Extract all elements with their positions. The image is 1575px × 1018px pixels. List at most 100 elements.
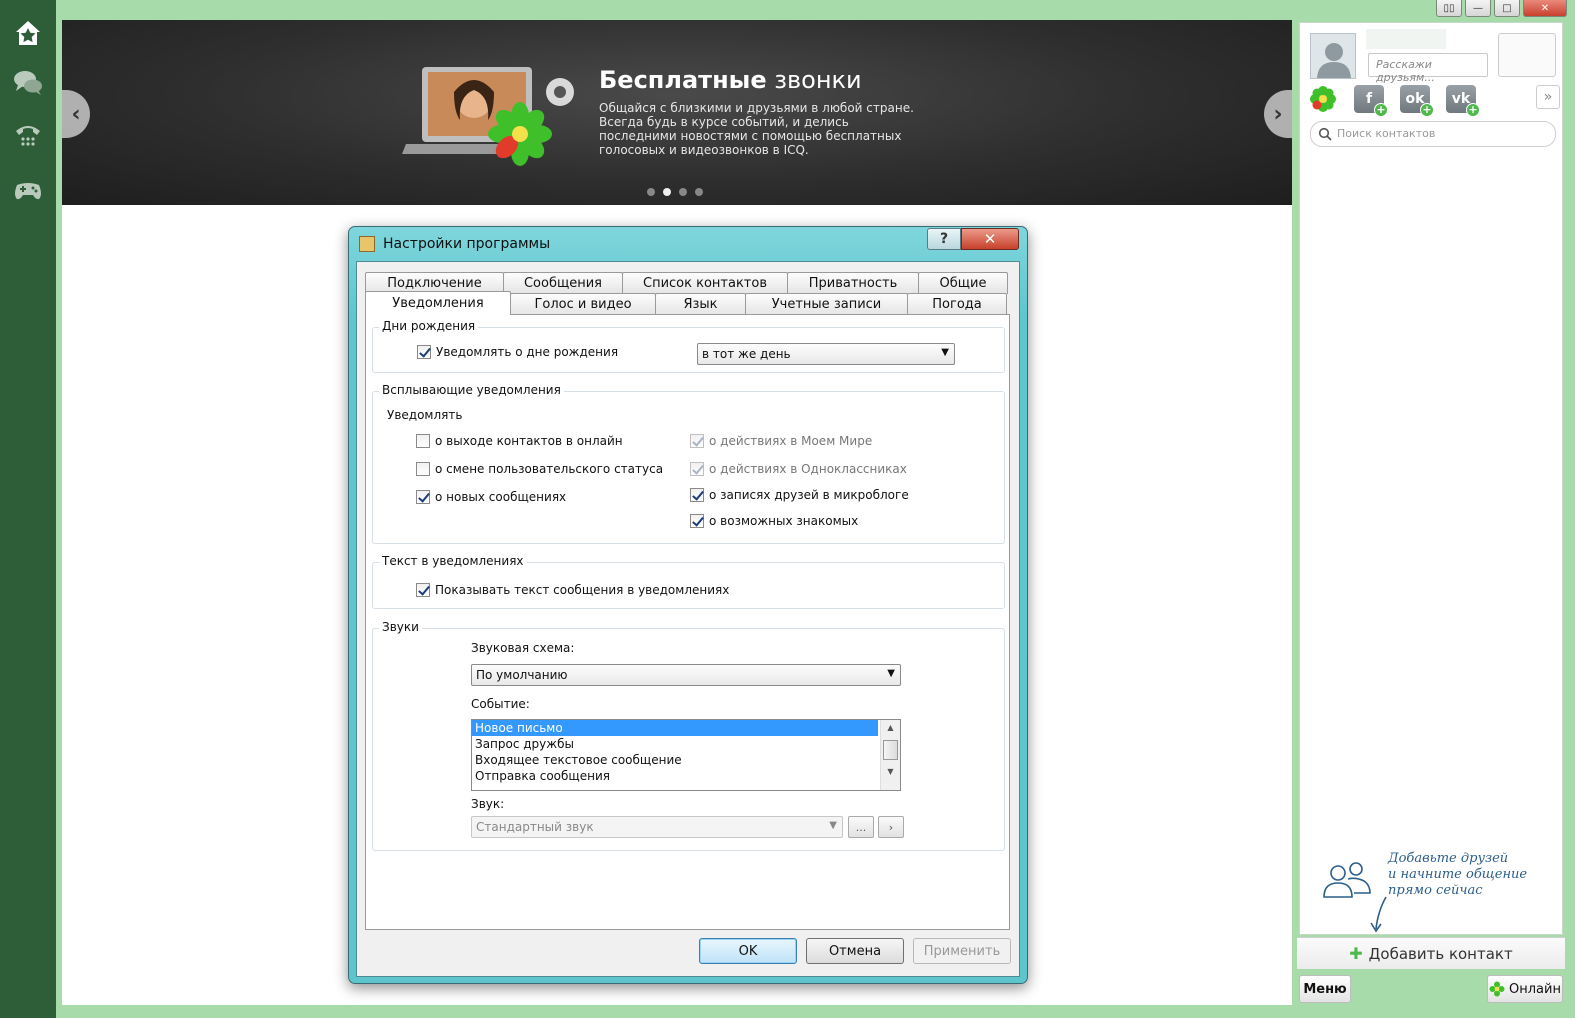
birthday-notify-option[interactable]: Уведомлять о дне рождения: [417, 345, 618, 359]
popup-notifications-title: Всплывающие уведомления: [379, 383, 564, 397]
expand-panel-button[interactable]: »: [1536, 85, 1560, 109]
dialog-body: Подключение Сообщения Список контактов П…: [356, 261, 1020, 977]
scroll-down-icon[interactable]: ▼: [881, 764, 900, 780]
chevron-down-icon: ▼: [941, 347, 949, 358]
event-listbox[interactable]: Новое письмо Запрос дружбы Входящее текс…: [471, 719, 901, 791]
ok-button[interactable]: OK: [699, 938, 797, 964]
notification-text-group: Текст в уведомлениях Показывать текст со…: [372, 554, 1005, 609]
event-label: Событие:: [471, 697, 530, 711]
list-item[interactable]: Новое письмо: [472, 720, 878, 736]
notify-microblog-checkbox[interactable]: [690, 488, 704, 502]
layout-toggle-button[interactable]: ▯▯: [1436, 0, 1462, 17]
cancel-button[interactable]: Отмена: [806, 938, 904, 964]
tab-accounts[interactable]: Учетные записи: [745, 293, 908, 315]
event-list-scrollbar[interactable]: ▲ ▼: [880, 720, 900, 790]
birthday-notify-checkbox[interactable]: [417, 345, 431, 359]
status-button[interactable]: Онлайн: [1487, 975, 1563, 1003]
banner-dot[interactable]: [695, 188, 703, 196]
vkontakte-add-icon[interactable]: vk +: [1446, 85, 1480, 117]
contact-panel: Расскажи друзьям... f + ok + vk + » Поиск к…: [1297, 20, 1565, 1005]
notify-possible-friends-option[interactable]: о возможных знакомых: [690, 514, 858, 528]
contact-list-area: Расскажи друзьям... f + ok + vk + » Поиск к…: [1299, 22, 1563, 935]
list-item[interactable]: Запрос дружбы: [472, 736, 878, 752]
tab-language[interactable]: Язык: [655, 293, 746, 315]
add-contact-button[interactable]: ✚ Добавить контакт: [1297, 937, 1565, 969]
birthday-when-select[interactable]: в тот же день ▼: [697, 343, 955, 365]
notifications-panel: Дни рождения Уведомлять о дне рождения в…: [365, 314, 1010, 930]
gamepad-icon[interactable]: [10, 172, 46, 206]
banner-next-button[interactable]: ›: [1264, 90, 1292, 138]
tab-messages[interactable]: Сообщения: [503, 272, 623, 294]
notify-status-change-checkbox[interactable]: [416, 462, 430, 476]
avatar[interactable]: [1310, 33, 1356, 79]
sound-scheme-select[interactable]: По умолчанию ▼: [471, 664, 901, 686]
browse-sound-button[interactable]: ...: [848, 816, 874, 838]
notify-microblog-option[interactable]: о записях друзей в микроблоге: [690, 488, 909, 502]
tab-general[interactable]: Общие: [918, 272, 1008, 294]
help-button[interactable]: ?: [927, 228, 961, 250]
dialog-title: Настройки программы: [383, 236, 551, 252]
settings-app-icon: [359, 236, 375, 252]
search-contacts-input[interactable]: Поиск контактов: [1310, 121, 1556, 147]
nickname-field: [1366, 29, 1446, 49]
chevron-down-icon: ▼: [829, 820, 837, 831]
notify-status-change-option[interactable]: о смене пользовательского статуса: [416, 462, 663, 476]
tab-notifications[interactable]: Уведомления: [365, 291, 511, 315]
home-star-icon[interactable]: [10, 16, 46, 50]
birthdays-title: Дни рождения: [379, 319, 479, 333]
notify-odnoklassniki-checkbox: [690, 462, 704, 476]
tab-privacy[interactable]: Приватность: [787, 272, 919, 294]
banner-dot[interactable]: [647, 188, 655, 196]
banner-dot[interactable]: [663, 188, 671, 196]
tab-row-bottom: Уведомления Голос и видео Язык Учетные з…: [365, 291, 1007, 315]
arrow-down-icon: [1370, 896, 1387, 933]
list-item[interactable]: Входящее текстовое сообщение: [472, 752, 878, 768]
play-sound-button[interactable]: ›: [878, 816, 904, 838]
notify-possible-friends-checkbox[interactable]: [690, 514, 704, 528]
add-friends-hint: Добавьте друзей и начните общение прямо …: [1318, 851, 1558, 933]
banner-dot[interactable]: [679, 188, 687, 196]
plus-icon: ✚: [1349, 944, 1363, 963]
show-message-text-checkbox[interactable]: [416, 583, 430, 597]
scroll-thumb[interactable]: [883, 740, 898, 760]
notify-contacts-online-checkbox[interactable]: [416, 434, 430, 448]
odnoklassniki-add-icon[interactable]: ok +: [1400, 85, 1434, 117]
close-dialog-button[interactable]: ✕: [961, 228, 1019, 250]
notification-text-title: Текст в уведомлениях: [379, 554, 527, 568]
search-placeholder: Поиск контактов: [1337, 127, 1436, 140]
window-titlebar: ▯▯ — □ ✕: [56, 0, 1575, 20]
list-item[interactable]: Отправка сообщения: [472, 768, 878, 784]
notify-new-messages-option[interactable]: о новых сообщениях: [416, 490, 566, 504]
dialog-titlebar[interactable]: Настройки программы ? ✕: [349, 227, 1027, 261]
banner-pagination: [647, 188, 703, 196]
banner-prev-button[interactable]: ‹: [62, 90, 90, 138]
tab-weather[interactable]: Погода: [907, 293, 1007, 315]
notify-subtitle: Уведомлять: [387, 408, 463, 422]
tab-contact-list[interactable]: Список контактов: [622, 272, 788, 294]
show-message-text-option[interactable]: Показывать текст сообщения в уведомления…: [416, 583, 729, 597]
birthdays-group: Дни рождения Уведомлять о дне рождения в…: [372, 319, 1005, 373]
menu-button[interactable]: Меню: [1299, 975, 1351, 1003]
maximize-button[interactable]: □: [1494, 0, 1520, 17]
notify-odnoklassniki-option: о действиях в Одноклассниках: [690, 462, 907, 476]
close-window-button[interactable]: ✕: [1523, 0, 1567, 17]
sounds-title: Звуки: [379, 620, 422, 634]
chat-bubbles-icon[interactable]: [10, 66, 46, 100]
search-icon: [1318, 127, 1332, 141]
minimize-button[interactable]: —: [1465, 0, 1491, 17]
chevron-down-icon: ▼: [887, 668, 895, 679]
notify-contacts-online-option[interactable]: о выходе контактов в онлайн: [416, 434, 623, 448]
promo-banner: ‹ Бесплатные звонки Общайся с близкими и…: [62, 20, 1292, 205]
scroll-up-icon[interactable]: ▲: [881, 720, 900, 736]
profile-photo-slot[interactable]: [1498, 33, 1556, 77]
left-navigation: [0, 0, 56, 1018]
notify-new-messages-checkbox[interactable]: [416, 490, 430, 504]
tab-voice-video[interactable]: Голос и видео: [510, 293, 656, 315]
settings-dialog: Настройки программы ? ✕ Подключение Сооб…: [348, 226, 1028, 984]
phone-icon[interactable]: [10, 118, 46, 152]
facebook-add-icon[interactable]: f +: [1354, 85, 1388, 117]
banner-text: Общайся с близкими и друзьями в любой ст…: [599, 101, 914, 157]
icq-flower-icon[interactable]: [1308, 85, 1338, 113]
popup-notifications-group: Всплывающие уведомления Уведомлять о вых…: [372, 383, 1005, 544]
status-message-input[interactable]: Расскажи друзьям...: [1368, 53, 1488, 84]
